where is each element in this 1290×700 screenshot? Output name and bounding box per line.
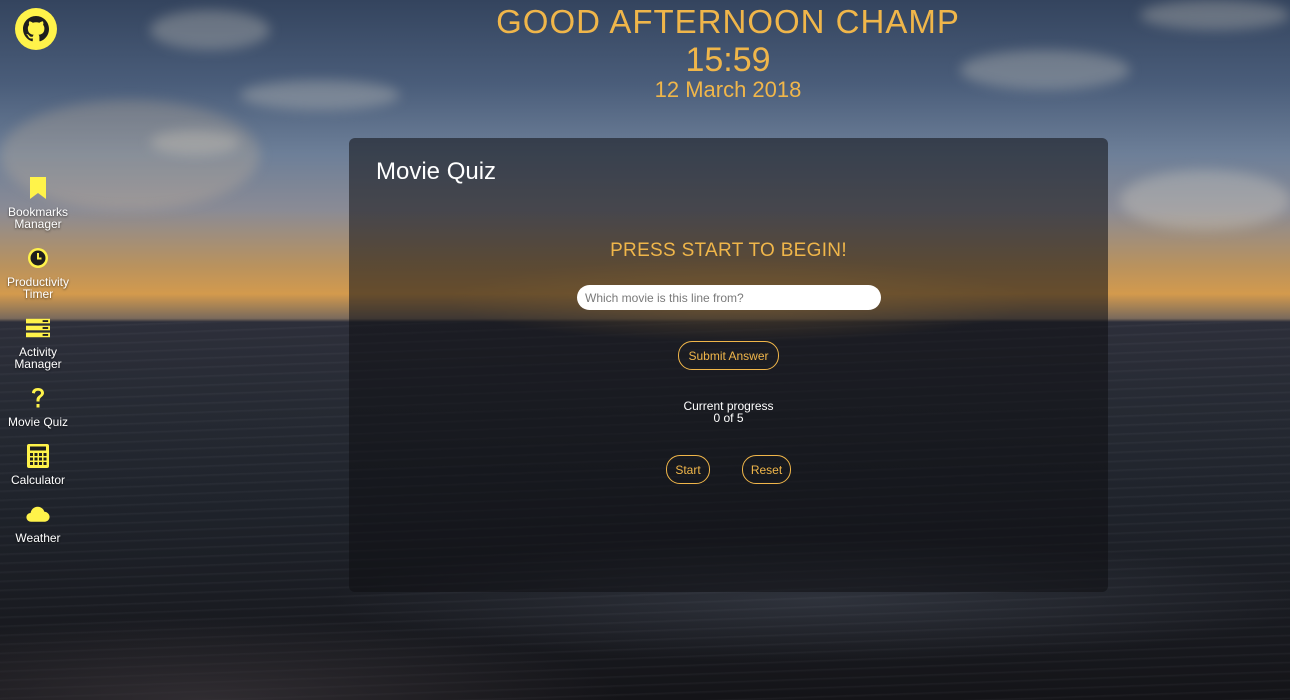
sidebar-item-label: Movie Quiz [7, 415, 69, 429]
sidebar-item-label: Bookmarks Manager [7, 205, 69, 231]
date-text: 12 March 2018 [654, 77, 802, 102]
calculator-icon [26, 444, 50, 468]
progress-value: 0 of 5 [713, 411, 744, 425]
answer-input[interactable] [577, 285, 881, 310]
list-icon [26, 316, 50, 340]
sidebar-item-productivity-timer[interactable]: Productivity Timer [0, 246, 76, 300]
bookmark-icon [26, 176, 50, 200]
clock-time: 15:59 [685, 41, 771, 79]
clock-icon [26, 246, 50, 270]
header: GOOD AFTERNOON CHAMP 15:59 12 March 2018 [0, 2, 1290, 102]
start-button[interactable]: Start [666, 455, 710, 484]
sidebar-item-weather[interactable]: Weather [0, 502, 76, 544]
sidebar-item-label: Activity Manager [14, 345, 62, 371]
sidebar-item-label: Calculator [10, 473, 66, 487]
progress-section: Current progress 0 of 5 [349, 400, 1108, 424]
sidebar-item-bookmarks-manager[interactable]: Bookmarks Manager [0, 176, 76, 230]
cloud-icon [26, 502, 50, 526]
sidebar-item-label: Weather [15, 531, 61, 545]
sidebar-item-calculator[interactable]: Calculator [0, 444, 76, 486]
movie-quiz-panel: Movie Quiz PRESS START TO BEGIN! Submit … [349, 138, 1108, 592]
greeting-text: GOOD AFTERNOON CHAMP [496, 3, 960, 40]
sidebar-item-label: Productivity Timer [6, 275, 70, 301]
submit-answer-button[interactable]: Submit Answer [678, 341, 779, 370]
sidebar-item-movie-quiz[interactable]: Movie Quiz [0, 386, 76, 428]
reset-button[interactable]: Reset [742, 455, 791, 484]
question-icon [26, 386, 50, 410]
sidebar-item-activity-manager[interactable]: Activity Manager [0, 316, 76, 370]
quiz-prompt: PRESS START TO BEGIN! [610, 240, 847, 261]
panel-title: Movie Quiz [376, 158, 497, 185]
